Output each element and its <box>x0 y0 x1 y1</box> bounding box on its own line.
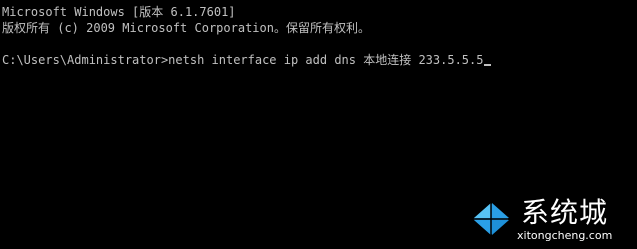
copyright-line: 版权所有 (c) 2009 Microsoft Corporation。保留所有… <box>2 21 370 35</box>
watermark-title: 系统城 <box>521 196 609 229</box>
prompt-command-text: C:\Users\Administrator>netsh interface i… <box>2 53 484 67</box>
windows-logo-icon <box>473 203 509 235</box>
text-cursor <box>484 64 492 66</box>
command-line[interactable]: C:\Users\Administrator>netsh interface i… <box>2 52 635 68</box>
watermark: 系统城 xitongcheng.com <box>469 197 629 245</box>
watermark-url: xitongcheng.com <box>517 229 613 242</box>
version-line: Microsoft Windows [版本 6.1.7601] <box>2 5 236 19</box>
